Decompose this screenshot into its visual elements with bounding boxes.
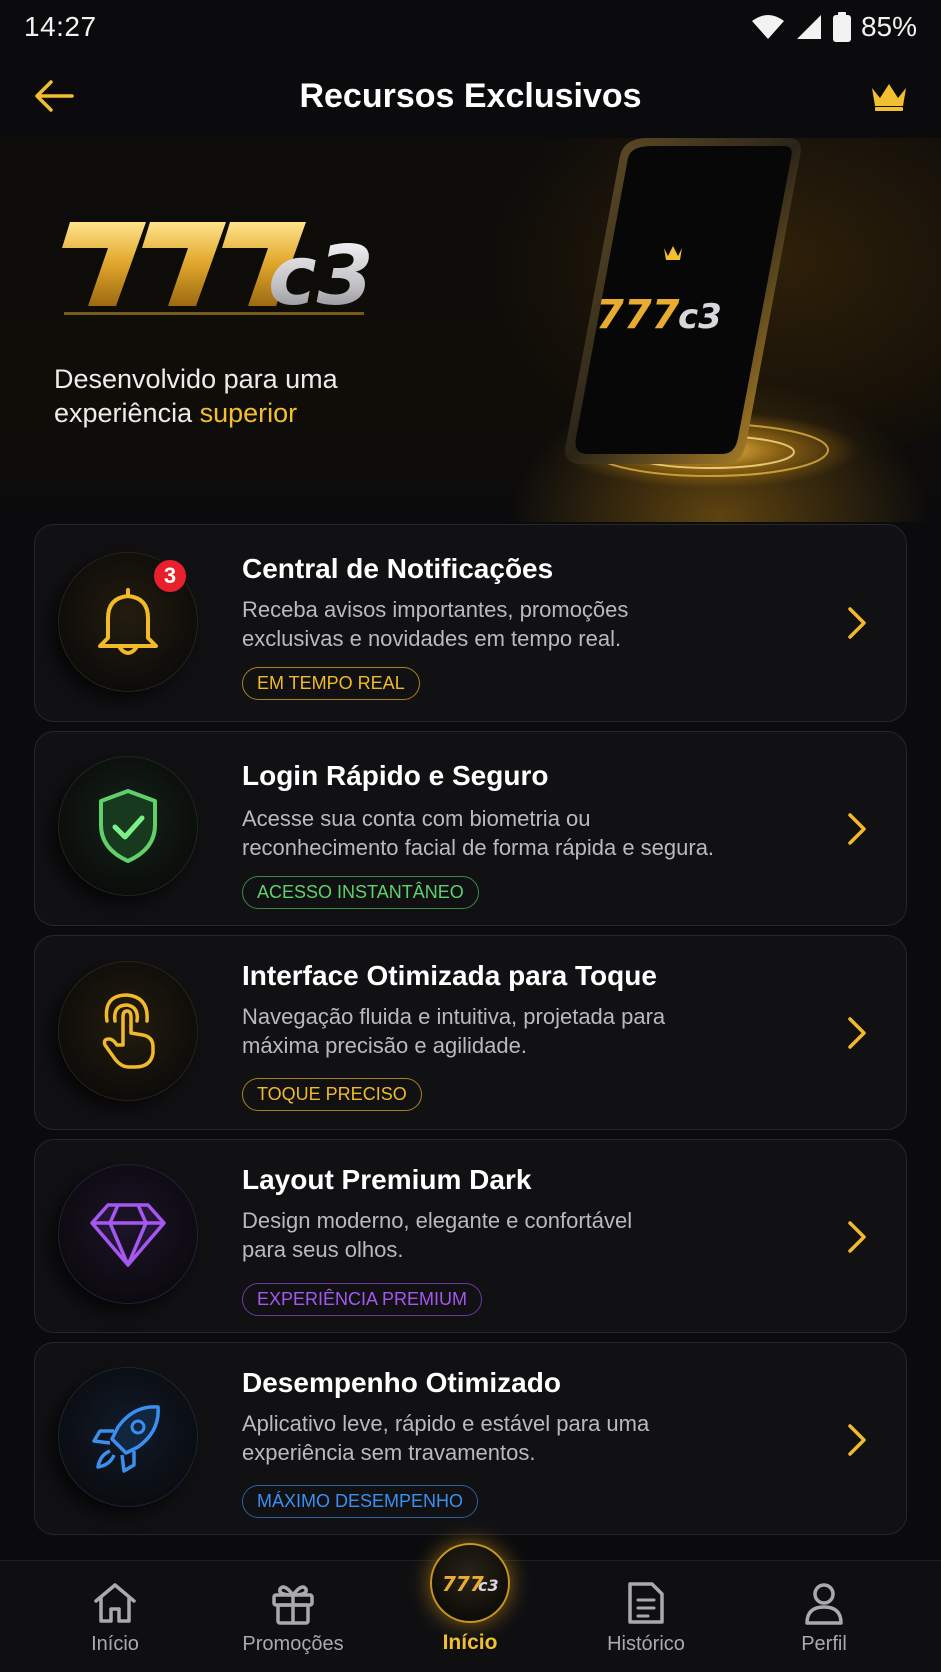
feature-desc-line: para seus olhos.	[242, 1237, 404, 1262]
hero-subtitle-line1: Desenvolvido para uma	[54, 364, 338, 394]
nav-label: Início	[91, 1633, 139, 1655]
battery-icon	[832, 12, 851, 42]
feature-description: Design moderno, elegante e confortável p…	[242, 1206, 802, 1264]
phone-illustration: 777 c3	[560, 138, 860, 488]
feature-tag: MÁXIMO DESEMPENHO	[242, 1485, 479, 1518]
feature-card-layout[interactable]: Layout Premium Dark Design moderno, eleg…	[34, 1139, 907, 1333]
feature-card-performance[interactable]: Desempenho Otimizado Aplicativo leve, rá…	[34, 1342, 907, 1535]
feature-description: Navegação fluida e intuitiva, projetada …	[242, 1002, 802, 1060]
status-time: 14:27	[24, 11, 97, 42]
bottom-navigation: Início Promoções 777 c3 Início Histórico …	[0, 1543, 941, 1672]
document-icon	[622, 1579, 670, 1627]
feature-desc-line: Aplicativo leve, rápido e estável para u…	[242, 1411, 650, 1436]
nav-item-promotions[interactable]: Promoções	[218, 1561, 368, 1672]
battery-percent: 85%	[860, 11, 917, 42]
chevron-right-icon	[842, 1420, 872, 1460]
svg-text:777: 777	[596, 292, 680, 338]
feature-desc-line: Receba avisos importantes, promoções	[242, 597, 629, 622]
crown-icon	[872, 84, 906, 111]
nav-label: Promoções	[242, 1633, 344, 1655]
status-icons: 85%	[751, 11, 917, 43]
user-icon	[800, 1579, 848, 1627]
app-header: Recursos Exclusivos	[0, 54, 941, 138]
bell-icon	[98, 588, 158, 655]
signal-icon	[796, 15, 821, 39]
gift-icon	[269, 1579, 317, 1627]
feature-desc-line: máxima precisão e agilidade.	[242, 1033, 527, 1058]
feature-description: Acesse sua conta com biometria ou reconh…	[242, 804, 802, 862]
feature-desc-line: reconhecimento facial de forma rápida e …	[242, 835, 715, 860]
feature-icon-container	[59, 757, 197, 895]
feature-title: Central de Notificações	[242, 553, 554, 584]
feature-desc-line: exclusivas e novidades em tempo real.	[242, 626, 622, 651]
feature-title: Interface Otimizada para Toque	[242, 960, 657, 991]
feature-card-notifications[interactable]: 3 Central de Notificações Receba avisos …	[34, 524, 907, 722]
feature-description: Receba avisos importantes, promoções exc…	[242, 595, 802, 653]
feature-icon-container	[59, 962, 197, 1100]
feature-desc-line: experiência sem travamentos.	[242, 1440, 536, 1465]
feature-desc-line: Design moderno, elegante e confortável	[242, 1208, 633, 1233]
diamond-icon	[90, 1203, 166, 1267]
feature-title: Desempenho Otimizado	[242, 1367, 561, 1398]
nav-item-home[interactable]: Início	[40, 1561, 190, 1672]
notification-count-badge: 3	[152, 558, 188, 594]
svg-text:c3: c3	[268, 229, 374, 324]
hero-subtitle-prefix: experiência	[54, 398, 200, 428]
feature-description: Aplicativo leve, rápido e estável para u…	[242, 1409, 802, 1467]
nav-item-history[interactable]: Histórico	[571, 1561, 721, 1672]
feature-tag: EXPERIÊNCIA PREMIUM	[242, 1283, 483, 1316]
chevron-right-icon	[842, 1013, 872, 1053]
feature-card-login[interactable]: Login Rápido e Seguro Acesse sua conta c…	[34, 731, 907, 926]
status-bar: 14:27 85%	[0, 0, 941, 54]
hero-banner: c3 Desenvolvido para uma experiência sup…	[0, 138, 941, 522]
feature-title: Login Rápido e Seguro	[242, 760, 549, 791]
chevron-right-icon	[842, 1217, 872, 1257]
touch-icon	[102, 993, 155, 1069]
hero-subtitle-accent: superior	[199, 398, 298, 428]
back-button[interactable]	[32, 74, 76, 118]
feature-title: Layout Premium Dark	[242, 1164, 532, 1195]
arrow-left-icon	[35, 80, 74, 112]
feature-tag: ACESSO INSTANTÂNEO	[242, 876, 479, 909]
brand-logo: c3	[62, 222, 374, 324]
feature-card-touch[interactable]: Interface Otimizada para Toque Navegação…	[34, 935, 907, 1130]
feature-desc-line: Acesse sua conta com biometria ou	[242, 806, 591, 831]
nav-label-active: Início	[442, 1631, 498, 1654]
nav-label: Perfil	[801, 1633, 847, 1655]
nav-label: Histórico	[607, 1633, 685, 1655]
rocket-icon	[92, 1405, 160, 1473]
svg-text:c3: c3	[478, 1576, 499, 1595]
shield-check-icon	[99, 789, 157, 863]
page-title: Recursos Exclusivos	[299, 76, 642, 115]
feature-icon-container	[59, 1368, 197, 1506]
svg-text:c3: c3	[678, 297, 722, 337]
wifi-icon	[751, 15, 784, 39]
crown-button[interactable]	[867, 74, 911, 118]
feature-tag: TOQUE PRECISO	[242, 1078, 422, 1111]
nav-item-profile[interactable]: Perfil	[749, 1561, 899, 1672]
hero-subtitle-line2: experiência superior	[54, 396, 474, 430]
feature-icon-container	[59, 1165, 197, 1303]
feature-desc-line: Navegação fluida e intuitiva, projetada …	[242, 1004, 666, 1029]
feature-tag: EM TEMPO REAL	[242, 667, 420, 700]
chevron-right-icon	[842, 603, 872, 643]
chevron-right-icon	[842, 809, 872, 849]
home-icon	[91, 1579, 139, 1627]
777c3-logo-icon: 777 c3	[430, 1543, 510, 1623]
